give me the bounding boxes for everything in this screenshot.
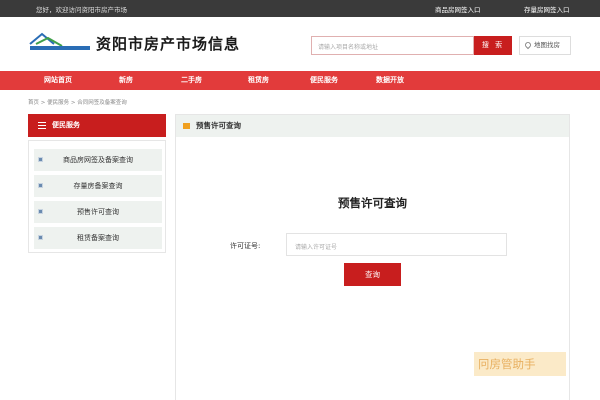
sidebar-item-label: 预售许可查询 (77, 208, 119, 216)
form-title: 预售许可查询 (338, 196, 407, 210)
sidebar-item-label: 存量房备案查询 (73, 182, 123, 190)
sidebar-list: 商品房网签及备案查询 存量房备案查询 预售许可查询 租赁备案查询 (28, 140, 166, 253)
nav-rental[interactable]: 租赁房 (248, 71, 269, 90)
sidebar-item-label: 租赁备案查询 (77, 234, 119, 242)
sidebar-item-presale-permit[interactable]: 预售许可查询 (34, 201, 162, 223)
nav-open-data[interactable]: 数据开放 (376, 71, 404, 90)
commercial-signing-link[interactable]: 商品房网签入口 (435, 4, 481, 14)
map-pin-icon (523, 40, 533, 50)
main-nav: 网站首页 新房 二手房 租赁房 便民服务 数据开放 (0, 71, 600, 90)
menu-icon (38, 122, 46, 129)
site-title: 资阳市房产市场信息 (96, 35, 241, 53)
top-bar: 您好，欢迎访问资阳市房产市场 商品房网签入口 存量房网签入口 (0, 0, 600, 17)
permit-number-label: 许可证号: (230, 242, 261, 250)
nav-new-homes[interactable]: 新房 (119, 71, 133, 90)
stock-signing-link[interactable]: 存量房网签入口 (524, 4, 570, 14)
site-logo[interactable] (28, 30, 92, 52)
nav-second-hand[interactable]: 二手房 (181, 71, 202, 90)
breadcrumb: 首页 > 便民服务 > 合同网签及备案查询 (28, 100, 127, 106)
flag-icon (183, 123, 190, 129)
panel-title: 预售许可查询 (196, 121, 241, 130)
sidebar-item-stock-record[interactable]: 存量房备案查询 (34, 175, 162, 197)
sidebar-title: 便民服务 (52, 121, 80, 129)
map-search-button[interactable]: 地图找房 (519, 36, 571, 55)
query-button[interactable]: 查询 (344, 263, 401, 286)
search-input[interactable]: 请输入项目名称或地址 (311, 36, 474, 55)
watermark-badge: 冋房管助手 (474, 352, 566, 376)
nav-home[interactable]: 网站首页 (44, 71, 72, 90)
welcome-text: 您好，欢迎访问资阳市房产市场 (36, 6, 127, 14)
map-search-label: 地图找房 (534, 41, 560, 49)
sidebar-item-commercial-signing[interactable]: 商品房网签及备案查询 (34, 149, 162, 171)
sidebar-item-label: 商品房网签及备案查询 (63, 156, 133, 164)
sidebar-item-rental-record[interactable]: 租赁备案查询 (34, 227, 162, 249)
sidebar-header: 便民服务 (28, 114, 166, 137)
nav-services[interactable]: 便民服务 (310, 71, 338, 90)
permit-number-input[interactable]: 请输入许可证号 (286, 233, 507, 256)
panel-header: 预售许可查询 (176, 115, 569, 137)
search-button[interactable]: 搜 索 (474, 36, 512, 55)
